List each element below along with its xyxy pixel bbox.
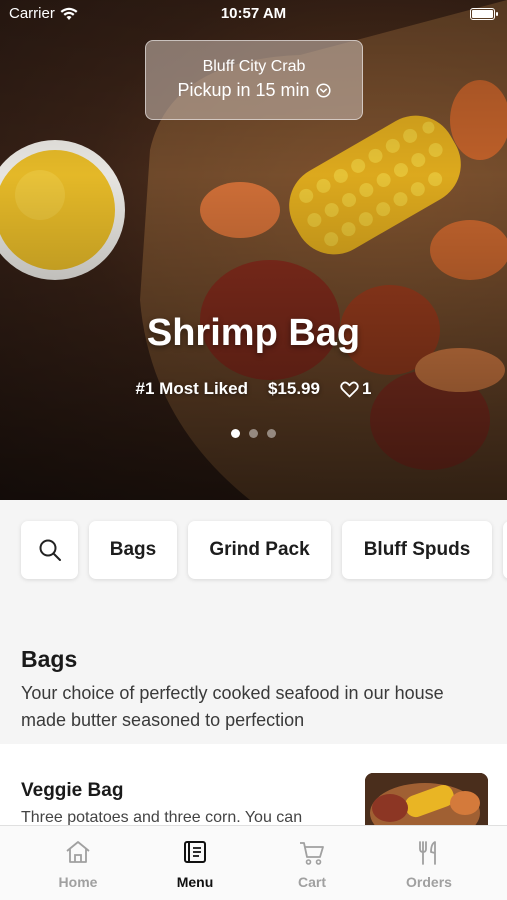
restaurant-name: Bluff City Crab	[202, 58, 306, 75]
like-button[interactable]: 1	[340, 379, 371, 399]
tab-menu[interactable]: Menu	[145, 826, 245, 900]
pager-dot[interactable]	[231, 429, 240, 438]
tab-orders[interactable]: Orders	[379, 826, 479, 900]
popularity-badge: #1 Most Liked	[135, 379, 248, 398]
tab-label: Home	[58, 874, 98, 890]
fork-knife-icon	[419, 841, 436, 865]
tab-label: Cart	[297, 874, 326, 890]
tab-label: Menu	[176, 874, 214, 890]
tab-bar[interactable]: Home Menu Cart Orders	[0, 825, 507, 900]
chevron-down-circle-icon	[315, 83, 331, 98]
tab-cart[interactable]: Cart	[262, 826, 362, 900]
category-chip-bar[interactable]: Bags Grind Pack Bluff Spuds	[0, 500, 507, 600]
chip-bags[interactable]: Bags	[89, 521, 177, 579]
clock: 10:57 AM	[220, 5, 287, 22]
section-title: Bags	[21, 646, 78, 672]
tab-label: Orders	[406, 874, 452, 890]
chip-grind-pack[interactable]: Grind Pack	[188, 521, 331, 579]
home-icon	[66, 841, 90, 863]
battery-icon	[470, 8, 498, 20]
section-description: Your choice of perfectly cooked seafood …	[21, 683, 444, 730]
menu-item-name: Veggie Bag	[21, 780, 124, 801]
cart-icon	[300, 842, 324, 865]
search-button[interactable]	[21, 521, 78, 579]
menu-item-card[interactable]: Veggie Bag Three potatoes and three corn…	[0, 744, 507, 834]
tab-home[interactable]: Home	[28, 826, 128, 900]
featured-price: $15.99	[267, 379, 320, 398]
status-bar: Carrier 10:57 AM	[0, 0, 507, 28]
pager-dot[interactable]	[267, 429, 276, 438]
chip-next[interactable]	[503, 521, 507, 579]
pickup-time: Pickup in 15 min	[177, 80, 310, 100]
chip-bluff-spuds[interactable]: Bluff Spuds	[342, 521, 492, 579]
featured-item-meta: #1 Most Liked $15.99 1	[0, 379, 507, 399]
location-selector[interactable]: Bluff City Crab Pickup in 15 min	[145, 40, 363, 120]
search-icon	[39, 539, 61, 561]
carousel-pager[interactable]	[0, 429, 507, 438]
like-count: 1	[361, 379, 372, 398]
pager-dot[interactable]	[249, 429, 258, 438]
menu-icon	[184, 841, 206, 863]
featured-item-title: Shrimp Bag	[146, 312, 361, 354]
menu-item-image	[365, 773, 488, 833]
heart-icon	[340, 381, 359, 397]
